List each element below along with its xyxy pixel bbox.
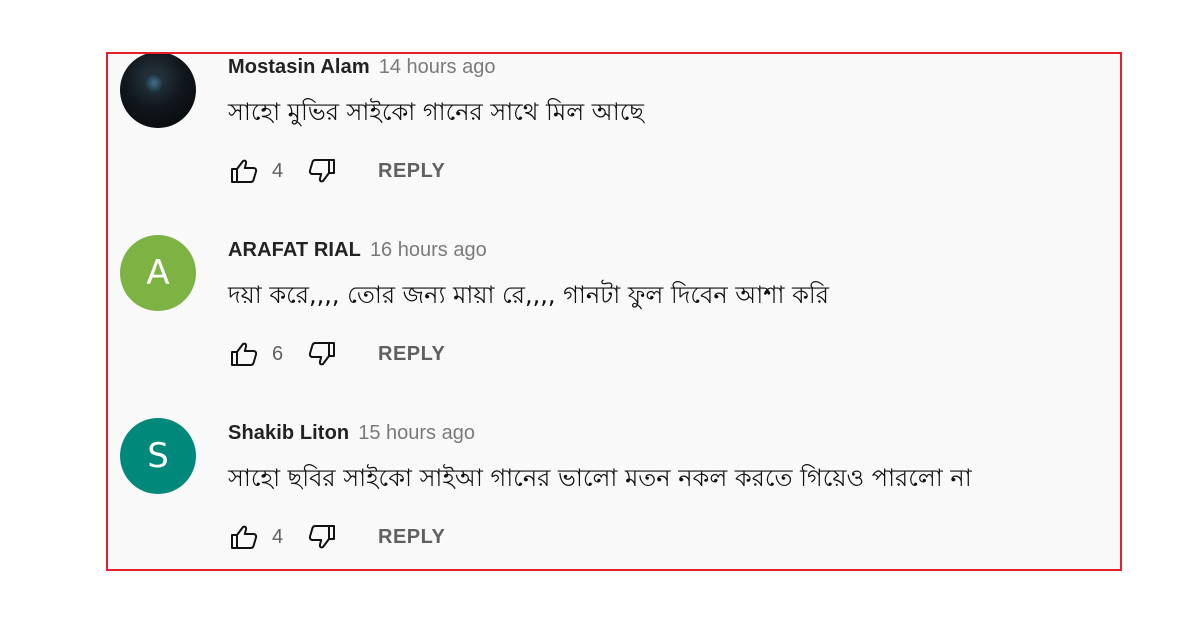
comments-panel: Mostasin Alam 14 hours ago সাহো মুভির সা… [106, 52, 1122, 571]
author-name[interactable]: ARAFAT RIAL [228, 239, 361, 262]
reply-button[interactable]: REPLY [378, 343, 445, 366]
comment-item: A ARAFAT RIAL 16 hours ago দয়া করে,,,, … [108, 235, 1120, 420]
comment-header: ARAFAT RIAL 16 hours ago [228, 239, 487, 262]
like-count: 6 [272, 342, 284, 365]
comment-timestamp[interactable]: 16 hours ago [370, 239, 487, 262]
like-button[interactable] [228, 156, 260, 186]
thumbs-up-icon [231, 159, 258, 183]
avatar-letter: A [146, 253, 170, 293]
comment-header: Mostasin Alam 14 hours ago [228, 56, 495, 79]
thumbs-down-icon [308, 525, 335, 549]
author-name[interactable]: Shakib Liton [228, 422, 349, 445]
like-count: 4 [272, 159, 284, 182]
dislike-button[interactable] [306, 522, 338, 552]
reply-button[interactable]: REPLY [378, 160, 445, 183]
comment-item: S Shakib Liton 15 hours ago সাহো ছবির সা… [108, 418, 1120, 569]
comment-actions: 4 REPLY [228, 156, 445, 186]
comment-actions: 4 REPLY [228, 522, 445, 552]
like-button[interactable] [228, 522, 260, 552]
comment-actions: 6 REPLY [228, 339, 445, 369]
like-button[interactable] [228, 339, 260, 369]
like-count: 4 [272, 525, 284, 548]
comment-text: সাহো মুভির সাইকো গানের সাথে মিল আছে [228, 98, 644, 126]
dislike-button[interactable] [306, 339, 338, 369]
comment-text: দয়া করে,,,, তোর জন্য মায়া রে,,,, গানটা… [228, 281, 829, 309]
reply-button[interactable]: REPLY [378, 526, 445, 549]
comment-header: Shakib Liton 15 hours ago [228, 422, 475, 445]
dislike-button[interactable] [306, 156, 338, 186]
thumbs-up-icon [231, 525, 258, 549]
comment-text: সাহো ছবির সাইকো সাইআ গানের ভালো মতন নকল … [228, 464, 972, 492]
thumbs-down-icon [308, 159, 335, 183]
thumbs-up-icon [231, 342, 258, 366]
thumbs-down-icon [308, 342, 335, 366]
avatar[interactable]: S [120, 418, 196, 494]
avatar[interactable] [120, 54, 196, 128]
comment-item: Mostasin Alam 14 hours ago সাহো মুভির সা… [108, 54, 1120, 237]
comment-timestamp[interactable]: 15 hours ago [358, 422, 475, 445]
avatar-letter: S [147, 436, 169, 476]
comment-timestamp[interactable]: 14 hours ago [379, 56, 496, 79]
avatar-photo-highlight [146, 72, 162, 94]
avatar[interactable]: A [120, 235, 196, 311]
author-name[interactable]: Mostasin Alam [228, 56, 370, 79]
